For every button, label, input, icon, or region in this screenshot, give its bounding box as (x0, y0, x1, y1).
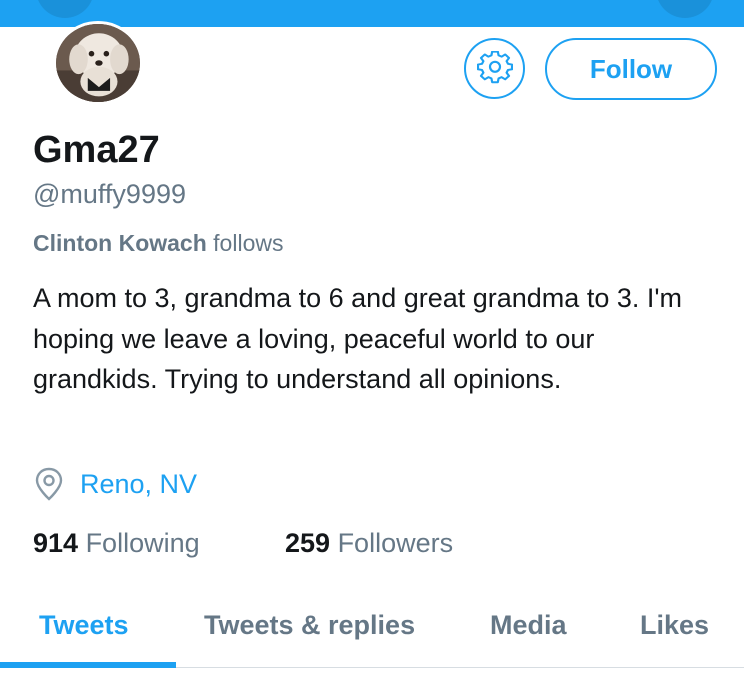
following-stat[interactable]: 914 Following (33, 525, 200, 561)
followers-stat[interactable]: 259 Followers (285, 525, 453, 561)
followed-by-name[interactable]: Clinton Kowach (33, 230, 207, 256)
tab-media[interactable]: Media (490, 608, 567, 642)
tab-tweets-and-replies[interactable]: Tweets & replies (204, 608, 415, 642)
settings-button[interactable] (464, 38, 525, 99)
tab-likes[interactable]: Likes (640, 608, 709, 642)
followers-label: Followers (330, 528, 454, 558)
active-tab-indicator (0, 662, 176, 668)
followers-count: 259 (285, 528, 331, 558)
location-link[interactable]: Reno, NV (80, 466, 197, 502)
followed-by-suffix: follows (206, 230, 284, 256)
profile-stats: 914 Following 259 Followers (33, 525, 453, 561)
follow-button[interactable]: Follow (545, 38, 717, 100)
profile-location: Reno, NV (33, 466, 197, 502)
profile-tabs: Tweets Tweets & replies Media Likes (0, 588, 744, 668)
back-button[interactable] (36, 0, 94, 18)
gear-icon (476, 50, 513, 83)
more-button[interactable] (656, 0, 714, 18)
profile-bio: A mom to 3, grandma to 6 and great grand… (33, 283, 683, 394)
following-count: 914 (33, 528, 79, 558)
followed-by-note: Clinton Kowach follows (33, 229, 283, 257)
location-pin-icon (35, 467, 63, 501)
avatar[interactable] (53, 21, 143, 105)
avatar-dog-image (56, 24, 140, 102)
tab-tweets[interactable]: Tweets (39, 608, 129, 642)
following-label: Following (78, 528, 200, 558)
display-name: Gma27 (33, 129, 160, 171)
user-handle: @muffy9999 (33, 179, 186, 209)
